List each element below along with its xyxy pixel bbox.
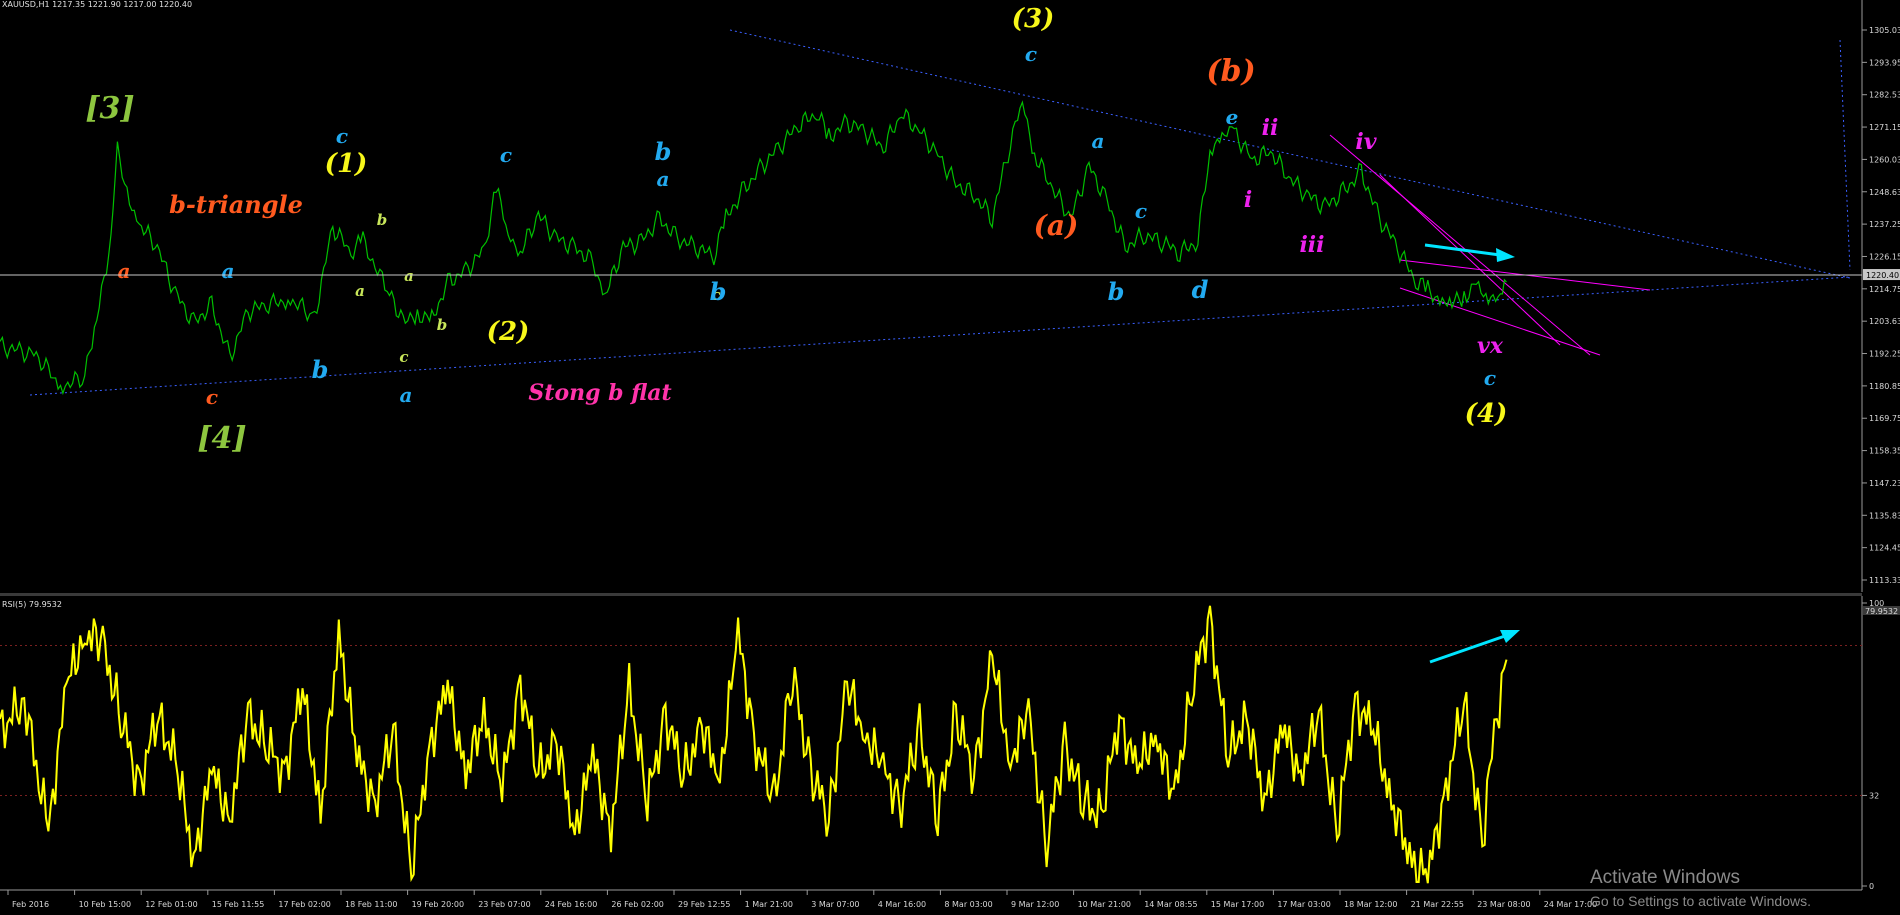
wave-label: a xyxy=(1092,129,1105,153)
rsi-tick-label: 32 xyxy=(1869,791,1879,800)
rsi-header: RSI(5) 79.9532 xyxy=(2,600,62,609)
price-tick-label: 1124.45 xyxy=(1869,544,1900,553)
time-tick-label: 10 Feb 15:00 xyxy=(79,900,131,909)
price-tick-label: 1282.53 xyxy=(1869,91,1900,100)
price-tick-label: 1135.83 xyxy=(1869,511,1900,520)
wave-label: a xyxy=(404,267,414,285)
price-tick-label: 1214.75 xyxy=(1869,285,1900,294)
price-tick-label: 1113.33 xyxy=(1869,576,1900,585)
wave-label: b xyxy=(377,211,388,229)
price-tick-label: 1180.85 xyxy=(1869,382,1900,391)
watermark-subtitle: Go to Settings to activate Windows. xyxy=(1590,893,1811,909)
wave-label: (a) xyxy=(1034,209,1079,242)
wave-label: vx xyxy=(1477,333,1504,359)
wave-label: (1) xyxy=(325,149,368,179)
time-tick-label: 1 Mar 21:00 xyxy=(745,900,793,909)
time-tick-label: 17 Feb 02:00 xyxy=(278,900,330,909)
wave-label: a xyxy=(657,167,670,191)
time-tick-label: Feb 2016 xyxy=(12,900,49,909)
wave-label: c xyxy=(500,143,512,167)
panel-separator xyxy=(0,593,1862,596)
time-tick-label: 26 Feb 02:00 xyxy=(611,900,663,909)
price-tick-label: 1147.23 xyxy=(1869,479,1900,488)
price-tick-label: 1158.35 xyxy=(1869,447,1900,456)
wave-label: ii xyxy=(1262,115,1279,141)
wave-label: [4] xyxy=(197,421,246,456)
wave-label: c xyxy=(399,348,408,366)
rsi-current-label: 79.9532 xyxy=(1865,607,1898,616)
wave-label: iii xyxy=(1299,232,1324,258)
price-panel: [3]ab-trianglec[4]abc(1)baacbabcc(2)Ston… xyxy=(0,0,1900,592)
wave-label: c xyxy=(206,385,218,409)
wave-label: i xyxy=(1244,187,1252,213)
wave-label: (4) xyxy=(1465,399,1508,429)
price-tick-label: 1260.03 xyxy=(1869,155,1900,164)
time-tick-label: 14 Mar 08:55 xyxy=(1144,900,1197,909)
wave-label: (3) xyxy=(1012,4,1055,34)
time-tick-label: 21 Mar 22:55 xyxy=(1411,900,1464,909)
price-tick-label: 1248.63 xyxy=(1869,188,1900,197)
wave-label: b xyxy=(710,277,727,306)
time-tick-label: 18 Mar 12:00 xyxy=(1344,900,1397,909)
wave-label: a xyxy=(355,282,365,300)
time-tick-label: 23 Mar 08:00 xyxy=(1477,900,1530,909)
time-tick-label: 12 Feb 01:00 xyxy=(145,900,197,909)
watermark-title: Activate Windows xyxy=(1590,867,1740,888)
wave-label: a xyxy=(118,259,131,283)
time-axis-ticks: Feb 2016 10 Feb 15:00 12 Feb 01:00 15 Feb 1… xyxy=(7,890,1597,909)
rsi-arrow-shaft xyxy=(1429,634,1506,664)
price-tick-label: 1305.03 xyxy=(1869,26,1900,35)
wave-label: b xyxy=(312,355,329,384)
rsi-arrow-head xyxy=(1500,630,1520,643)
time-tick-label: 15 Mar 17:00 xyxy=(1211,900,1264,909)
time-tick-label: 18 Feb 11:00 xyxy=(345,900,397,909)
time-tick-label: 19 Feb 20:00 xyxy=(412,900,464,909)
time-tick-label: 9 Mar 12:00 xyxy=(1011,900,1059,909)
price-tick-label: 1226.15 xyxy=(1869,252,1900,261)
price-tick-label: 1237.25 xyxy=(1869,220,1900,229)
wave-label: (b) xyxy=(1206,54,1255,89)
wave-label: a xyxy=(400,383,413,407)
wave-label: c xyxy=(1484,366,1496,390)
time-tick-label: 23 Feb 07:00 xyxy=(478,900,530,909)
wave-label: e xyxy=(1226,105,1239,129)
wave-label: c xyxy=(1135,199,1147,223)
time-tick-label: 15 Feb 11:55 xyxy=(212,900,264,909)
wave-label: b xyxy=(655,137,672,166)
time-tick-label: 8 Mar 03:00 xyxy=(944,900,992,909)
price-tick-label: 1192.25 xyxy=(1869,350,1900,359)
wave-label: b-triangle xyxy=(169,190,303,219)
wave-label: d xyxy=(1192,275,1209,304)
wave-label: b xyxy=(437,316,448,334)
wave-label: b xyxy=(1108,277,1125,306)
price-tick-label: 1203.63 xyxy=(1869,317,1900,326)
wave-label: Stong b flat xyxy=(528,380,671,406)
chart-canvas: [3]ab-trianglec[4]abc(1)baacbabcc(2)Ston… xyxy=(0,0,1900,909)
time-tick-label: 17 Mar 03:00 xyxy=(1277,900,1330,909)
wave-label: (2) xyxy=(487,317,530,347)
wave-label: iv xyxy=(1355,129,1376,155)
price-tick-label: 1271.15 xyxy=(1869,123,1900,132)
wave-label: c xyxy=(336,124,348,148)
wave-label: c xyxy=(1025,42,1037,66)
symbol-header: XAUUSD,H1 1217.35 1221.90 1217.00 1220.4… xyxy=(2,0,192,9)
time-tick-label: 24 Feb 16:00 xyxy=(545,900,597,909)
rsi-tick-label: 0 xyxy=(1869,882,1874,891)
current-price-label: 1220.40 xyxy=(1866,271,1899,280)
rsi-line xyxy=(0,605,1508,884)
price-tick-label: 1169.75 xyxy=(1869,414,1900,423)
time-tick-label: 29 Feb 12:55 xyxy=(678,900,730,909)
time-tick-label: 3 Mar 07:00 xyxy=(811,900,859,909)
rsi-axis-ticks: 10032079.9532 xyxy=(1862,599,1900,891)
time-tick-label: 4 Mar 16:00 xyxy=(878,900,926,909)
wave-label: [3] xyxy=(85,91,134,126)
price-tick-label: 1293.95 xyxy=(1869,58,1900,67)
time-tick-label: 10 Mar 21:00 xyxy=(1078,900,1131,909)
wave-label: a xyxy=(222,259,235,283)
rsi-series xyxy=(0,605,1508,884)
rsi-panel: 10032079.9532 RSI(5) 79.9532 xyxy=(0,596,1900,891)
